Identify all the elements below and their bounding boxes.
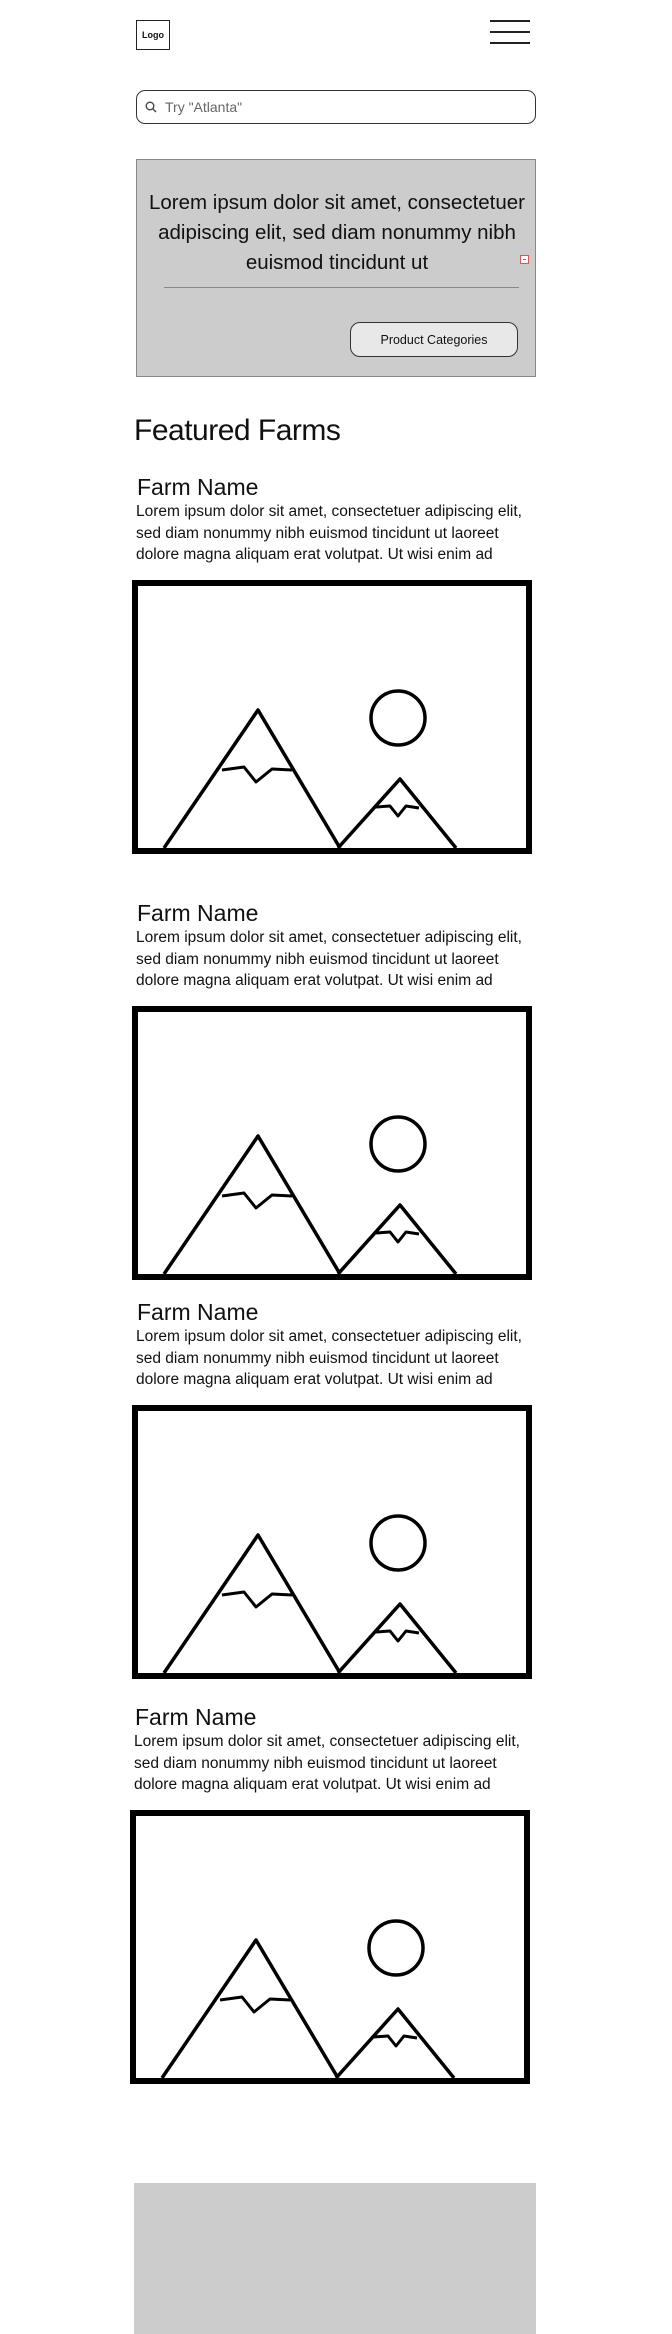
product-categories-button[interactable]: Product Categories [350,322,518,357]
farm-name: Farm Name [137,900,259,926]
sun-circle [369,1514,427,1572]
mountain-small-snowline [375,1230,420,1244]
search-icon [145,101,157,113]
farm-description: Lorem ipsum dolor sit amet, consectetuer… [134,1733,520,1793]
mountain-small-snowline [375,1629,420,1643]
mountain-small-snowline [373,2034,418,2048]
mountain-large-snowline [219,1995,291,2014]
image-placeholder-icon[interactable] [132,580,532,854]
image-frame [130,1810,530,2084]
farm-description: Lorem ipsum dolor sit amet, consectetuer… [136,1328,522,1388]
image-placeholder-icon[interactable] [132,1405,532,1679]
search-input[interactable] [163,98,507,116]
farm-name: Farm Name [135,1704,257,1730]
mountain-small-snowline [375,804,420,818]
farm-card[interactable]: Farm Name Lorem ipsum dolor sit amet, co… [132,1704,534,1796]
image-placeholder-icon[interactable] [130,1810,530,2084]
section-title-featured-farms: Featured Farms [134,414,341,447]
image-placeholder-icon[interactable] [132,1006,532,1280]
farm-card[interactable]: Farm Name Lorem ipsum dolor sit amet, co… [134,474,536,566]
image-frame [132,1006,532,1280]
sun-circle [369,1115,427,1173]
hamburger-menu-icon[interactable] [490,18,530,46]
farm-description: Lorem ipsum dolor sit amet, consectetuer… [136,503,522,563]
hero-text: Lorem ipsum dolor sit amet, consectetuer… [149,191,525,274]
mountain-large-snowline [221,1191,293,1210]
divider [164,287,519,288]
search-bar[interactable] [136,90,536,124]
sun-circle [369,689,427,747]
mountain-large-snowline [221,1590,293,1609]
sun-circle [367,1919,425,1977]
farm-card[interactable]: Farm Name Lorem ipsum dolor sit amet, co… [134,900,536,992]
image-frame [132,580,532,854]
logo[interactable]: Logo [136,20,170,50]
farm-description: Lorem ipsum dolor sit amet, consectetuer… [136,929,522,989]
farm-name: Farm Name [137,1299,259,1325]
broken-image-icon [520,255,529,264]
farm-card[interactable]: Farm Name Lorem ipsum dolor sit amet, co… [134,1299,536,1391]
mountain-large-snowline [221,765,293,784]
footer [134,2183,536,2334]
farm-name: Farm Name [137,474,259,500]
hero-banner: Lorem ipsum dolor sit amet, consectetuer… [136,159,536,377]
image-frame [132,1405,532,1679]
